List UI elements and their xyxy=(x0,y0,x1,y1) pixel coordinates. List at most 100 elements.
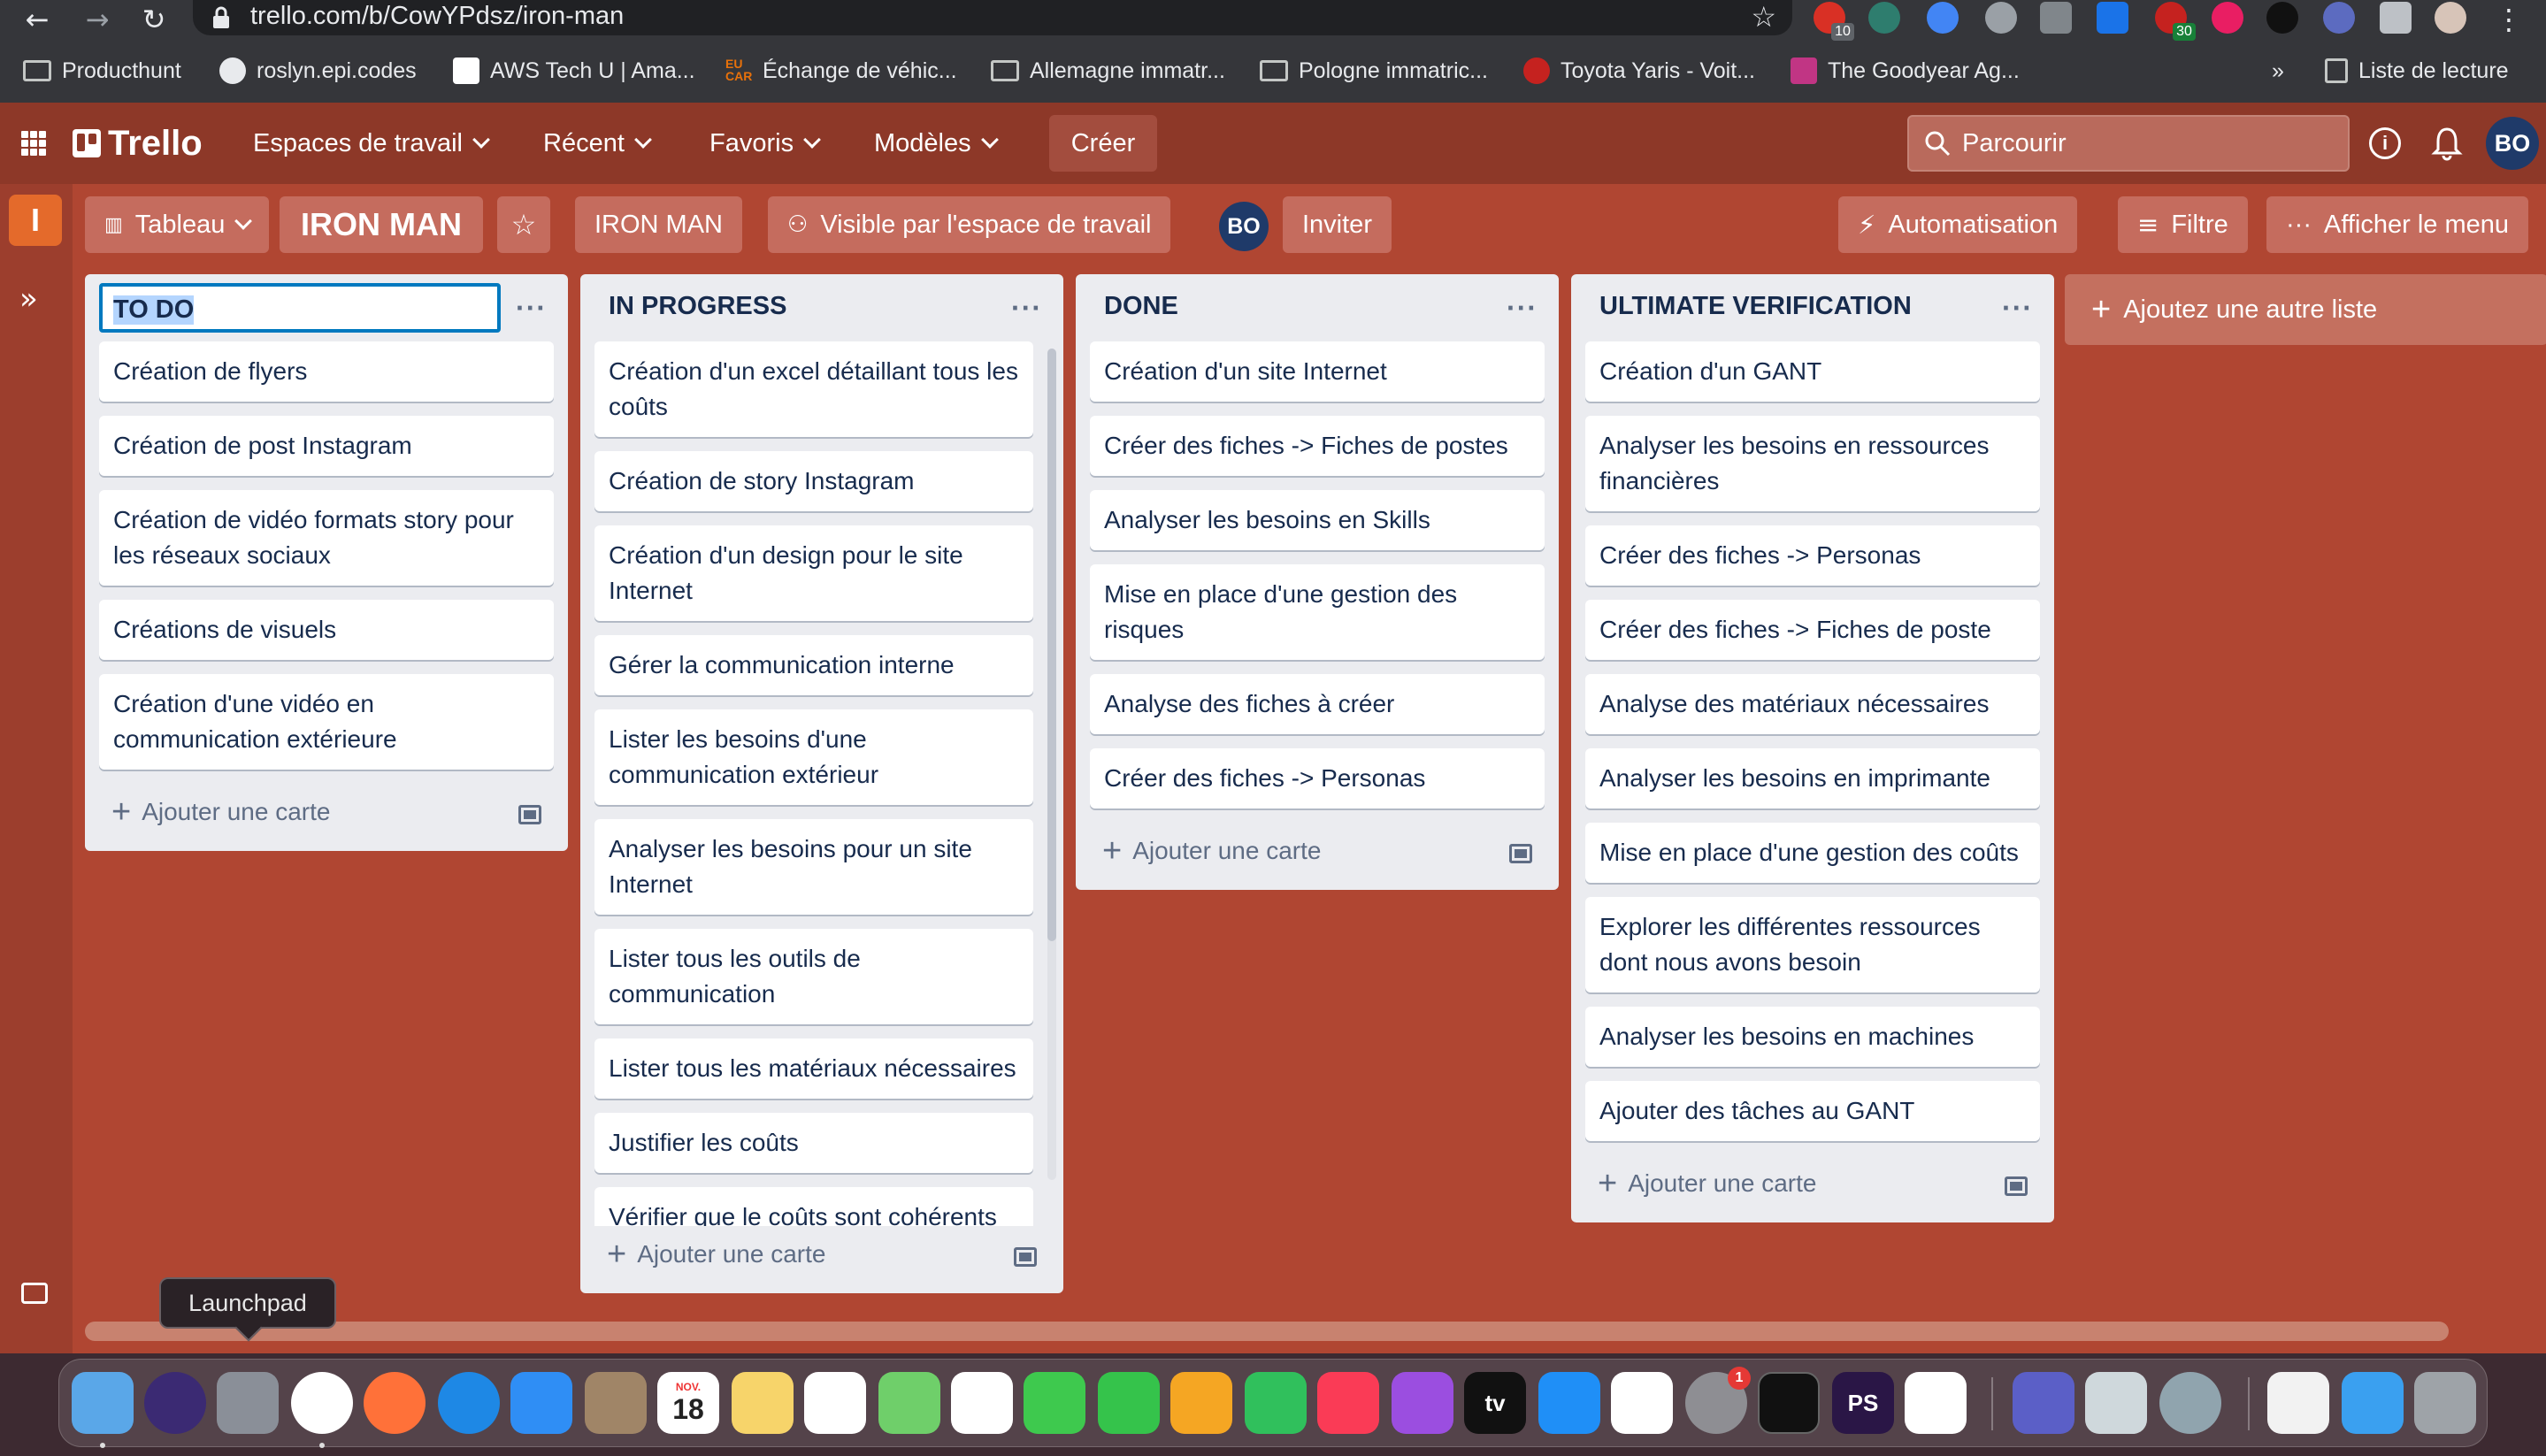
workspace-badge[interactable]: I xyxy=(9,195,62,246)
card[interactable]: Créer des fiches -> Personas xyxy=(1585,525,2040,586)
photos-icon[interactable] xyxy=(951,1372,1013,1434)
card-template-icon[interactable] xyxy=(1509,844,1532,863)
invite-button[interactable]: Inviter xyxy=(1283,196,1392,253)
nav-recent-menu[interactable]: Récent xyxy=(534,119,658,168)
phpstorm-icon[interactable]: PS xyxy=(1832,1372,1894,1434)
list-menu-icon[interactable]: ··· xyxy=(1507,292,1538,325)
board-title[interactable]: IRON MAN xyxy=(280,196,483,253)
preview-icon[interactable] xyxy=(2085,1372,2147,1434)
card-template-icon[interactable] xyxy=(2005,1176,2028,1196)
firefox-icon[interactable] xyxy=(364,1372,426,1434)
apple-tv-icon[interactable]: tv xyxy=(1464,1372,1526,1434)
profile-avatar[interactable] xyxy=(2435,2,2466,34)
card[interactable]: Créer des fiches -> Personas xyxy=(1090,748,1545,808)
card[interactable]: Création d'un GANT xyxy=(1585,341,2040,402)
info-icon[interactable]: i xyxy=(2369,127,2401,159)
expand-sidebar-icon[interactable]: » xyxy=(19,281,38,317)
notes-icon[interactable] xyxy=(732,1372,794,1434)
launchpad-icon[interactable] xyxy=(217,1372,279,1434)
list-menu-icon[interactable]: ··· xyxy=(516,292,547,325)
chrome-icon[interactable] xyxy=(291,1372,353,1434)
more-vertical-icon[interactable]: ⋮ xyxy=(2493,4,2525,35)
card[interactable]: Créer des fiches -> Fiches de postes xyxy=(1090,416,1545,476)
bookmark-item[interactable]: roslyn.epi.codes xyxy=(219,50,417,92)
nav-templates-menu[interactable]: Modèles xyxy=(865,119,1005,168)
siri-icon[interactable] xyxy=(144,1372,206,1434)
card[interactable]: Analyser les besoins en Skills xyxy=(1090,490,1545,550)
podcasts-icon[interactable] xyxy=(1392,1372,1453,1434)
extension-icon[interactable] xyxy=(2097,2,2128,34)
add-card-button[interactable]: + Ajouter une carte xyxy=(1102,834,1321,868)
contacts-icon[interactable] xyxy=(585,1372,647,1434)
create-button[interactable]: Créer xyxy=(1049,115,1157,172)
card[interactable]: Création de story Instagram xyxy=(594,451,1033,511)
add-card-button[interactable]: + Ajouter une carte xyxy=(607,1238,825,1271)
card[interactable]: Lister tous les matériaux nécessaires xyxy=(594,1038,1033,1099)
board-horizontal-scrollbar[interactable] xyxy=(85,1322,2449,1341)
search-input[interactable]: Parcourir xyxy=(1907,115,2350,172)
view-switcher-button[interactable]: ▥ Tableau xyxy=(85,196,270,253)
card-template-icon[interactable] xyxy=(518,805,541,824)
forward-icon[interactable]: → xyxy=(81,4,113,35)
back-icon[interactable]: ← xyxy=(21,4,53,35)
visibility-button[interactable]: ⚇ Visible par l'espace de travail xyxy=(768,196,1171,253)
teams-icon[interactable] xyxy=(2013,1372,2074,1434)
member-avatar[interactable]: BO xyxy=(1219,202,1269,251)
reminders-icon[interactable] xyxy=(804,1372,866,1434)
system-preferences-icon[interactable]: 1 xyxy=(1685,1367,1751,1434)
bookmark-item[interactable]: Producthunt xyxy=(23,50,181,92)
card[interactable]: Création de vidéo formats story pour les… xyxy=(99,490,554,586)
messages-icon[interactable] xyxy=(1024,1372,1085,1434)
bookmark-item[interactable]: The Goodyear Ag... xyxy=(1791,50,2020,92)
card[interactable]: Mise en place d'une gestion des risques xyxy=(1090,564,1545,660)
gear-icon[interactable] xyxy=(1985,2,2017,34)
pages-icon[interactable] xyxy=(1170,1372,1232,1434)
app-switcher-icon[interactable] xyxy=(21,131,46,156)
card[interactable]: Analyser les besoins en machines xyxy=(1585,1007,2040,1067)
star-icon[interactable]: ☆ xyxy=(497,196,550,253)
maps-icon[interactable] xyxy=(878,1372,940,1434)
bookmark-star-icon[interactable]: ☆ xyxy=(1751,0,1776,34)
card[interactable]: Création d'une vidéo en communication ex… xyxy=(99,674,554,770)
card[interactable]: Gérer la communication interne xyxy=(594,635,1033,695)
safari-icon[interactable] xyxy=(438,1372,500,1434)
filter-button[interactable]: ≡ Filtre xyxy=(2118,196,2248,253)
card[interactable]: Lister tous les outils de communication xyxy=(594,929,1033,1024)
briefcase-icon[interactable] xyxy=(21,1283,48,1304)
facetime-icon[interactable] xyxy=(1098,1372,1160,1434)
trello-logo[interactable]: Trello xyxy=(73,122,203,165)
music-icon[interactable] xyxy=(1317,1372,1379,1434)
extension-icon[interactable] xyxy=(2212,2,2243,34)
quicktime-icon[interactable] xyxy=(2159,1372,2221,1434)
extension-icon[interactable] xyxy=(2323,2,2355,34)
card[interactable]: Analyser les besoins en ressources finan… xyxy=(1585,416,2040,511)
bookmark-item[interactable]: Pologne immatric... xyxy=(1260,50,1488,92)
reload-icon[interactable]: ↻ xyxy=(138,4,170,35)
bell-icon[interactable] xyxy=(2431,126,2463,161)
card[interactable]: Justifier les coûts xyxy=(594,1113,1033,1173)
reading-list-button[interactable]: Liste de lecture xyxy=(2325,50,2509,92)
list-title-input[interactable]: TO DO xyxy=(99,283,501,333)
show-menu-button[interactable]: ··· Afficher le menu xyxy=(2266,196,2529,253)
extension-icon[interactable] xyxy=(1868,2,1900,34)
add-card-button[interactable]: + Ajouter une carte xyxy=(111,795,330,829)
list-menu-icon[interactable]: ··· xyxy=(1011,292,1042,325)
camera-icon[interactable] xyxy=(2040,2,2072,34)
finder-icon[interactable] xyxy=(72,1372,134,1434)
card[interactable]: Création d'un excel détaillant tous les … xyxy=(594,341,1033,437)
card[interactable]: Analyse des fiches à créer xyxy=(1090,674,1545,734)
card[interactable]: Vérifier que le coûts sont cohérents xyxy=(594,1187,1033,1226)
numbers-icon[interactable] xyxy=(1245,1372,1307,1434)
list-title[interactable]: IN PROGRESS xyxy=(609,292,786,321)
card[interactable]: Création d'un design pour le site Intern… xyxy=(594,525,1033,621)
list-scrollbar[interactable] xyxy=(1047,349,1056,1180)
list-title[interactable]: ULTIMATE VERIFICATION xyxy=(1599,292,1912,321)
nav-workspaces-menu[interactable]: Espaces de travail xyxy=(244,119,496,168)
puzzle-icon[interactable] xyxy=(2380,2,2412,34)
add-list-button[interactable]: + Ajoutez une autre liste xyxy=(2065,274,2546,345)
card[interactable]: Analyse des matériaux nécessaires xyxy=(1585,674,2040,734)
extension-icon[interactable] xyxy=(2266,2,2298,34)
extension-icon[interactable]: 10 xyxy=(1814,2,1854,41)
list-menu-icon[interactable]: ··· xyxy=(2002,292,2033,325)
calendar-icon[interactable]: NOV. 18 xyxy=(657,1372,719,1434)
